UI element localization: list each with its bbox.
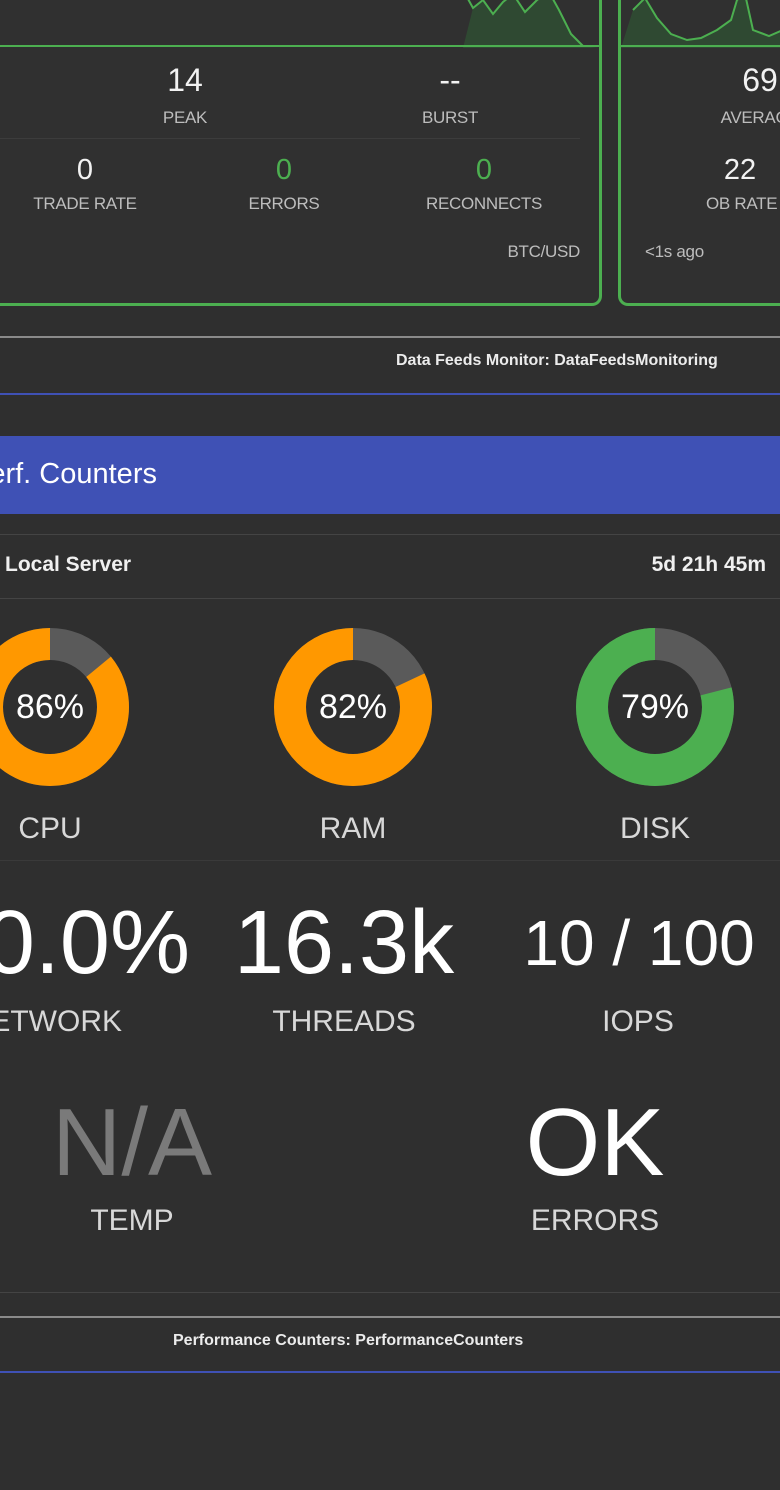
server-uptime: 5d 21h 45m (651, 553, 766, 576)
ram-label: RAM (319, 812, 387, 845)
burst-label: BURST (421, 108, 479, 127)
disk-label: DISK (619, 812, 691, 845)
network-value: 0.0% (0, 893, 190, 993)
gauges-divider (0, 860, 780, 861)
perf-footer-accent (0, 1371, 780, 1373)
perf-header-bar: Perf. Counters (0, 436, 780, 514)
ram-value: 82% (318, 688, 388, 726)
errors-value: 0 (275, 154, 293, 186)
ob-rate-label: OB RATE (706, 194, 778, 213)
trade-rate-value: 0 (76, 154, 94, 186)
server-name: Local Server (5, 553, 132, 576)
disk-value: 79% (620, 688, 690, 726)
temp-label: TEMP (90, 1204, 174, 1237)
iops-value: 10 / 100 (523, 907, 755, 979)
server-divider (0, 598, 780, 599)
perf-title: Perf. Counters (0, 458, 157, 490)
feeds-footer-text: Data Feeds Monitor: DataFeedsMonitoring (396, 352, 718, 369)
feed-sparkline (0, 0, 599, 48)
perf-top-divider (0, 534, 780, 535)
cpu-label: CPU (18, 812, 82, 845)
cpu-gauge: 86% (0, 627, 130, 787)
perf-bottom-divider (0, 1292, 780, 1293)
average-value: 69 (742, 62, 778, 98)
perf-footer-text: Performance Counters: PerformanceCounter… (173, 1332, 524, 1349)
iops-label: IOPS (602, 1005, 674, 1038)
trade-rate-label: TRADE RATE (33, 194, 137, 213)
feed-divider (0, 138, 580, 139)
feed-updated-time: <1s ago (645, 242, 704, 261)
feed-sparkline-secondary (621, 0, 780, 48)
peak-value: 14 (167, 62, 203, 98)
average-label: AVERAGE (720, 108, 780, 127)
reconnects-value: 0 (475, 154, 493, 186)
feeds-footer-top-border (0, 336, 780, 338)
errors-status-label: ERRORS (530, 1204, 660, 1237)
perf-footer-top-border (0, 1316, 780, 1318)
reconnects-label: RECONNECTS (425, 194, 542, 213)
peak-label: PEAK (162, 108, 208, 127)
ob-rate-value: 22 (723, 154, 757, 186)
ram-gauge: 82% (273, 627, 433, 787)
feeds-footer-accent (0, 393, 780, 395)
burst-value: -- (439, 62, 461, 98)
threads-value: 16.3k (233, 893, 455, 993)
pair-label: BTC/USD (507, 242, 580, 261)
threads-label: THREADS (272, 1005, 416, 1038)
disk-gauge: 79% (575, 627, 735, 787)
errors-status-value: OK (525, 1089, 665, 1196)
temp-value: N/A (51, 1089, 213, 1196)
cpu-value: 86% (15, 688, 85, 726)
network-label: NETWORK (0, 1005, 122, 1038)
errors-label: ERRORS (248, 194, 320, 213)
